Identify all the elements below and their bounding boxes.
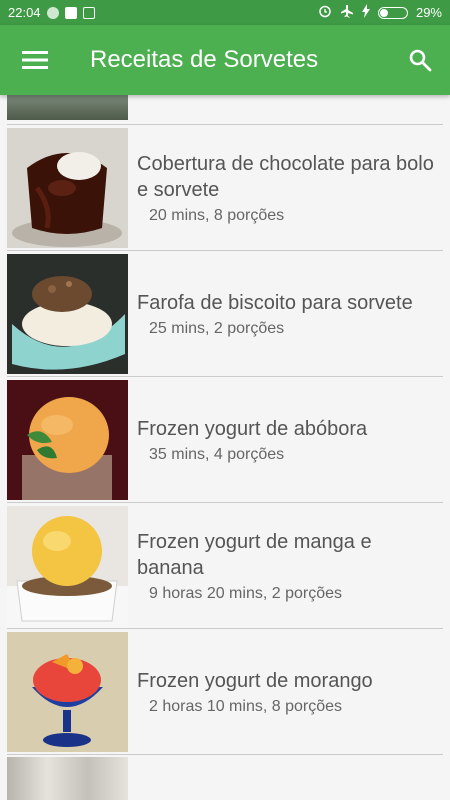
alarm-icon [318, 4, 332, 21]
recipe-thumbnail-partial [7, 95, 128, 120]
recipe-item[interactable]: Frozen yogurt de manga e banana 9 horas … [0, 503, 450, 629]
recipe-name: Frozen yogurt de abóbora [137, 418, 368, 440]
hamburger-menu-icon [22, 51, 48, 69]
status-time: 22:04 [8, 5, 41, 20]
recipe-meta: 9 horas 20 mins, 2 porções [149, 585, 342, 602]
recipe-meta: 25 mins, 2 porções [149, 320, 285, 337]
status-bar: 22:04 29% [0, 0, 450, 25]
recipe-thumbnail [7, 128, 128, 248]
recipe-list[interactable]: Cobertura de chocolate para bolo e sorve… [0, 95, 450, 800]
recipe-name: Frozen yogurt de morango [137, 670, 373, 692]
recipe-name: Frozen yogurt de manga e banana [137, 531, 372, 579]
recipe-thumbnail [7, 380, 128, 500]
recipe-item[interactable]: Frozen yogurt de morango 2 horas 10 mins… [0, 629, 450, 755]
page-title: Receitas de Sorvetes [90, 46, 319, 73]
search-icon [409, 49, 432, 72]
search-button[interactable] [390, 25, 450, 95]
recipe-thumbnail [7, 506, 128, 626]
recipe-item[interactable]: Farofa de biscoito para sorvete 25 mins,… [0, 251, 450, 377]
battery-icon [377, 6, 408, 19]
recipe-meta: 2 horas 10 mins, 8 porções [149, 698, 342, 715]
recipe-thumbnail [7, 254, 128, 374]
recipe-thumbnail-partial [7, 757, 128, 800]
recipe-thumbnail [7, 632, 128, 752]
recipe-item[interactable]: Frozen yogurt de abóbora 35 mins, 4 porç… [0, 377, 450, 503]
battery-percent: 29% [415, 5, 442, 20]
app-bar: Receitas de Sorvetes [0, 25, 450, 95]
airplane-icon [340, 4, 354, 21]
recipe-name: Cobertura de chocolate para bolo e sorve… [137, 153, 434, 201]
android-icon [82, 6, 95, 19]
recipe-item[interactable]: Cobertura de chocolate para bolo e sorve… [0, 125, 450, 251]
recipe-name: Farofa de biscoito para sorvete [137, 292, 413, 314]
menu-button[interactable] [0, 25, 70, 95]
recipe-meta: 35 mins, 4 porções [149, 446, 285, 463]
charging-icon [361, 4, 370, 21]
divider [7, 754, 443, 755]
recipe-meta: 20 mins, 8 porções [149, 207, 285, 224]
download-icon [64, 6, 77, 19]
chrome-icon [46, 6, 59, 19]
